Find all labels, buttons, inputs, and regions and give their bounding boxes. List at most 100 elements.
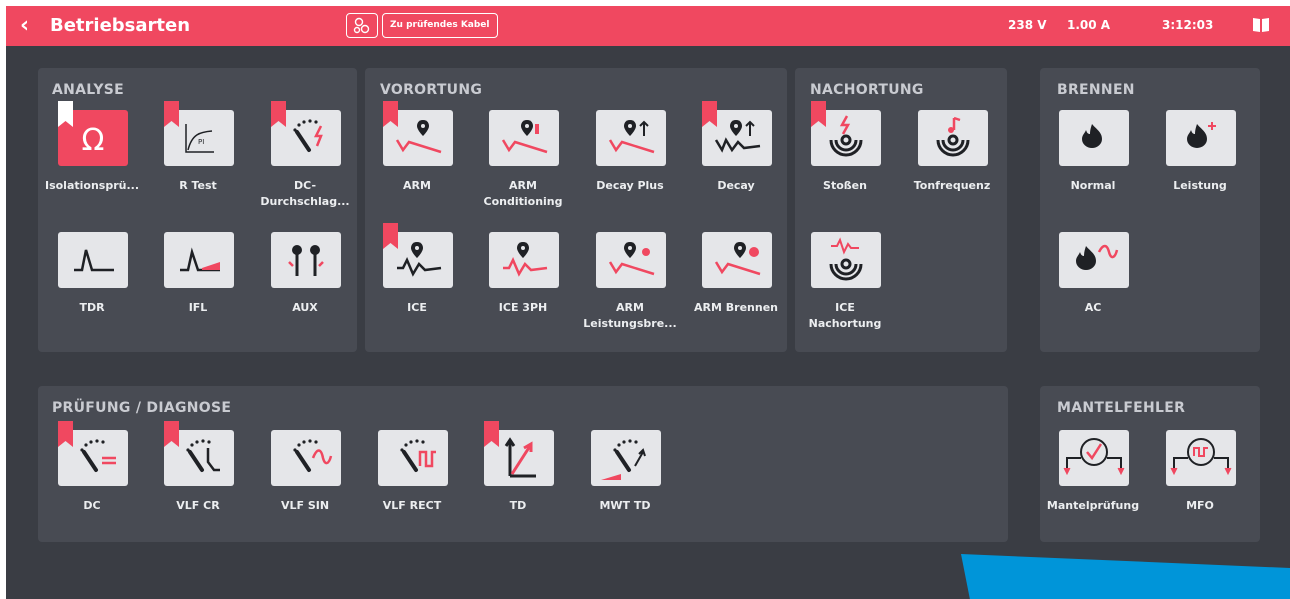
mode-tile-mantelfehler[interactable]: MFO — [1150, 430, 1250, 540]
cable-under-test-button[interactable]: Zu prüfendes Kabel — [346, 13, 498, 38]
bookmark-flag-icon — [383, 101, 398, 127]
bookmark-flag-icon — [811, 101, 826, 127]
section-title-brennen: BRENNEN — [1057, 82, 1135, 98]
arm-conditioning-icon — [489, 110, 559, 166]
mode-tile-label: VLF RECT — [382, 499, 442, 512]
mode-tile-vorortung[interactable]: Decay Plus — [580, 110, 680, 220]
mode-tile-label: TDR — [79, 301, 105, 314]
gauge-vlf-sin-icon — [271, 430, 341, 486]
mode-tile-analyse[interactable]: DC- Durchschlag... — [255, 101, 355, 220]
mode-tile-pruefung[interactable]: TD — [468, 421, 568, 540]
mode-tile-label: VLF SIN — [280, 499, 330, 512]
mode-screen: ‹ Betriebsarten Zu prüfendes Kabel 238 V… — [6, 6, 1290, 599]
mode-tile-label: R Test — [179, 179, 217, 192]
book-icon[interactable] — [1252, 16, 1270, 38]
mode-tile-label: Isolationsprü... — [44, 179, 140, 192]
mode-tile-label: MFO — [1186, 499, 1214, 512]
bookmark-flag-icon — [164, 421, 179, 447]
ice-3ph-icon — [489, 232, 559, 288]
bookmark-flag-icon — [164, 101, 179, 127]
bookmark-flag-icon — [271, 101, 286, 127]
sheath-mfo-icon — [1166, 430, 1236, 486]
mode-tile-pruefung[interactable]: DC — [42, 421, 142, 540]
mode-tile-label: AC — [1084, 301, 1102, 314]
section-title-mantelfehler: MANTELFEHLER — [1057, 400, 1186, 416]
arm-power-burn-icon — [596, 232, 666, 288]
mode-tile-vorortung[interactable]: ARM Leistungsbre... — [580, 232, 680, 342]
mode-tile-label: AUX — [292, 301, 318, 314]
arm-burn-icon — [702, 232, 772, 288]
mode-tile-brennen[interactable]: Normal — [1043, 110, 1143, 220]
mode-tile-label: ARM Brennen — [694, 301, 778, 314]
mode-tile-vorortung[interactable]: ARM Brennen — [686, 232, 786, 342]
mode-tile-nachortung[interactable]: Stoßen — [795, 101, 895, 220]
back-button[interactable]: ‹ — [20, 13, 29, 39]
svg-text:PI: PI — [198, 138, 204, 146]
tdr-pulse-icon — [58, 232, 128, 288]
mode-tile-nachortung[interactable]: Tonfrequenz — [902, 110, 1002, 220]
gauge-vlf-rect-icon — [378, 430, 448, 486]
bookmark-flag-icon — [383, 223, 398, 249]
bookmark-flag-icon — [484, 421, 499, 447]
mode-tile-label: Tonfrequenz — [913, 179, 991, 192]
mode-tile-label: DC- Durchschlag... — [260, 179, 350, 208]
page-title: Betriebsarten — [50, 15, 191, 36]
mode-tile-pruefung[interactable]: MWT TD — [575, 430, 675, 540]
section-title-pruefung: PRÜFUNG / DIAGNOSE — [52, 400, 232, 416]
flame-icon — [1059, 110, 1129, 166]
mode-tile-vorortung[interactable]: ICE 3PH — [473, 232, 573, 342]
mode-tile-vorortung[interactable]: ARM — [367, 101, 467, 220]
ice-target-icon — [811, 232, 881, 288]
cable-under-test-label: Zu prüfendes Kabel — [382, 13, 498, 38]
mode-tile-vorortung[interactable]: ICE — [367, 223, 467, 342]
mode-tile-vorortung[interactable]: ARM Conditioning — [473, 110, 573, 220]
mode-tile-label: Normal — [1070, 179, 1116, 192]
mode-tile-analyse[interactable]: Ω Isolationsprü... — [42, 101, 142, 220]
mode-tile-pruefung[interactable]: VLF RECT — [362, 430, 462, 540]
aux-connectors-icon — [271, 232, 341, 288]
mode-tile-analyse[interactable]: TDR — [42, 232, 142, 342]
mode-tile-label: ICE 3PH — [498, 301, 548, 314]
bookmark-flag-icon — [702, 101, 717, 127]
corner-decoration — [961, 554, 1290, 599]
section-title-analyse: ANALYSE — [52, 82, 125, 98]
mode-tile-label: IFL — [188, 301, 208, 314]
mode-tile-label: MWT TD — [599, 499, 651, 512]
mode-tile-label: ARM — [403, 179, 431, 192]
audio-target-icon — [918, 110, 988, 166]
mode-tile-vorortung[interactable]: Decay — [686, 101, 786, 220]
bookmark-flag-icon — [58, 421, 73, 447]
mode-tile-analyse[interactable]: PI R Test — [148, 101, 248, 220]
mode-tile-pruefung[interactable]: VLF CR — [148, 421, 248, 540]
mode-tile-label: Leistung — [1173, 179, 1227, 192]
cable-icon — [346, 13, 378, 38]
svg-text:Ω: Ω — [82, 123, 105, 158]
mode-tile-nachortung[interactable]: ICE Nachortung — [795, 232, 895, 342]
section-title-vorortung: VORORTUNG — [380, 82, 483, 98]
mode-tile-analyse[interactable]: IFL — [148, 232, 248, 342]
mode-tile-pruefung[interactable]: VLF SIN — [255, 430, 355, 540]
mode-tile-label: ARM Leistungsbre... — [583, 301, 677, 330]
mode-tile-label: TD — [509, 499, 527, 512]
mode-tile-label: VLF CR — [176, 499, 220, 512]
mode-tile-analyse[interactable]: AUX — [255, 232, 355, 342]
mode-tile-label: Decay — [717, 179, 755, 192]
voltage-readout: 238 V — [1008, 18, 1047, 32]
mode-tile-label: Decay Plus — [596, 179, 664, 192]
ifl-pulse-icon — [164, 232, 234, 288]
mode-tile-brennen[interactable]: Leistung — [1150, 110, 1250, 220]
mode-tile-brennen[interactable]: AC — [1043, 232, 1143, 342]
current-readout: 1.00 A — [1067, 18, 1111, 32]
top-bar: ‹ Betriebsarten Zu prüfendes Kabel 238 V… — [6, 6, 1290, 46]
mode-tile-label: Stoßen — [823, 179, 867, 192]
mode-tile-label: ARM Conditioning — [483, 179, 563, 208]
elapsed-time: 3:12:03 — [1162, 18, 1214, 32]
mode-tile-label: DC — [83, 499, 101, 512]
sheath-test-icon — [1059, 430, 1129, 486]
mode-tile-label: ICE — [407, 301, 427, 314]
flame-plus-icon — [1166, 110, 1236, 166]
flame-wave-icon — [1059, 232, 1129, 288]
mode-tile-mantelfehler[interactable]: Mantelprüfung — [1043, 430, 1143, 540]
mode-tile-label: ICE Nachortung — [808, 301, 882, 330]
bookmark-flag-icon — [58, 101, 73, 127]
